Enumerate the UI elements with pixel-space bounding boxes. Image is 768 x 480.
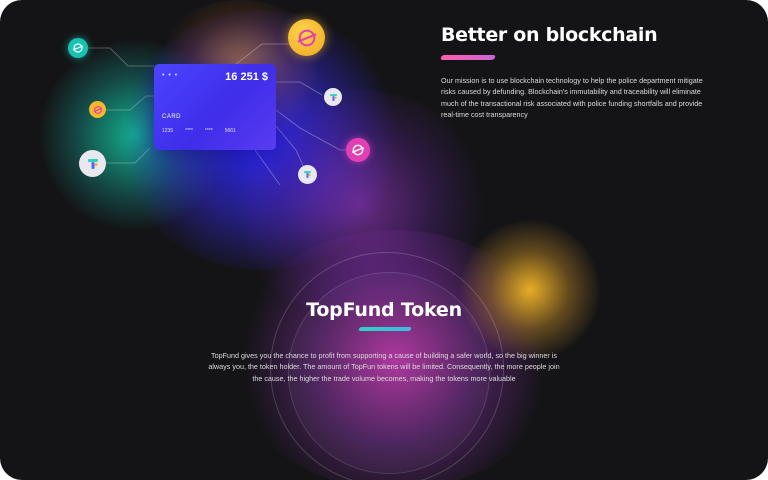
card-number-group: **** (185, 128, 193, 134)
stellar-coin-icon (346, 138, 370, 162)
card-label: CARD (162, 114, 182, 120)
blockchain-title: Better on blockchain (441, 24, 658, 46)
blockchain-description: Our mission is to use blockchain technol… (441, 76, 703, 119)
token-description: TopFund gives you the chance to profit f… (208, 351, 560, 383)
card-number: 1235 **** **** 5661 (162, 128, 236, 134)
blockchain-title-underline (440, 55, 496, 60)
card-number-group: 1235 (162, 128, 174, 134)
card-number-group: **** (204, 128, 213, 134)
topfund-coin-icon (298, 165, 317, 184)
stellar-coin-icon (89, 101, 106, 118)
circuit-lines (78, 43, 358, 186)
topfund-coin-icon (79, 150, 106, 177)
card-number-group: 5661 (224, 128, 236, 134)
page-frame: • • • 16 251 $ CARD 1235 **** **** 5661 … (0, 0, 768, 480)
token-title: TopFund Token (306, 299, 462, 321)
stellar-coin-icon (288, 19, 325, 56)
topfund-coin-icon (324, 88, 342, 106)
card-amount: 16 251 $ (225, 71, 268, 83)
stellar-coin-icon (68, 38, 88, 58)
card-dots: • • • (162, 72, 179, 79)
credit-card: • • • 16 251 $ CARD 1235 **** **** 5661 (154, 64, 276, 150)
token-title-underline (358, 327, 412, 331)
